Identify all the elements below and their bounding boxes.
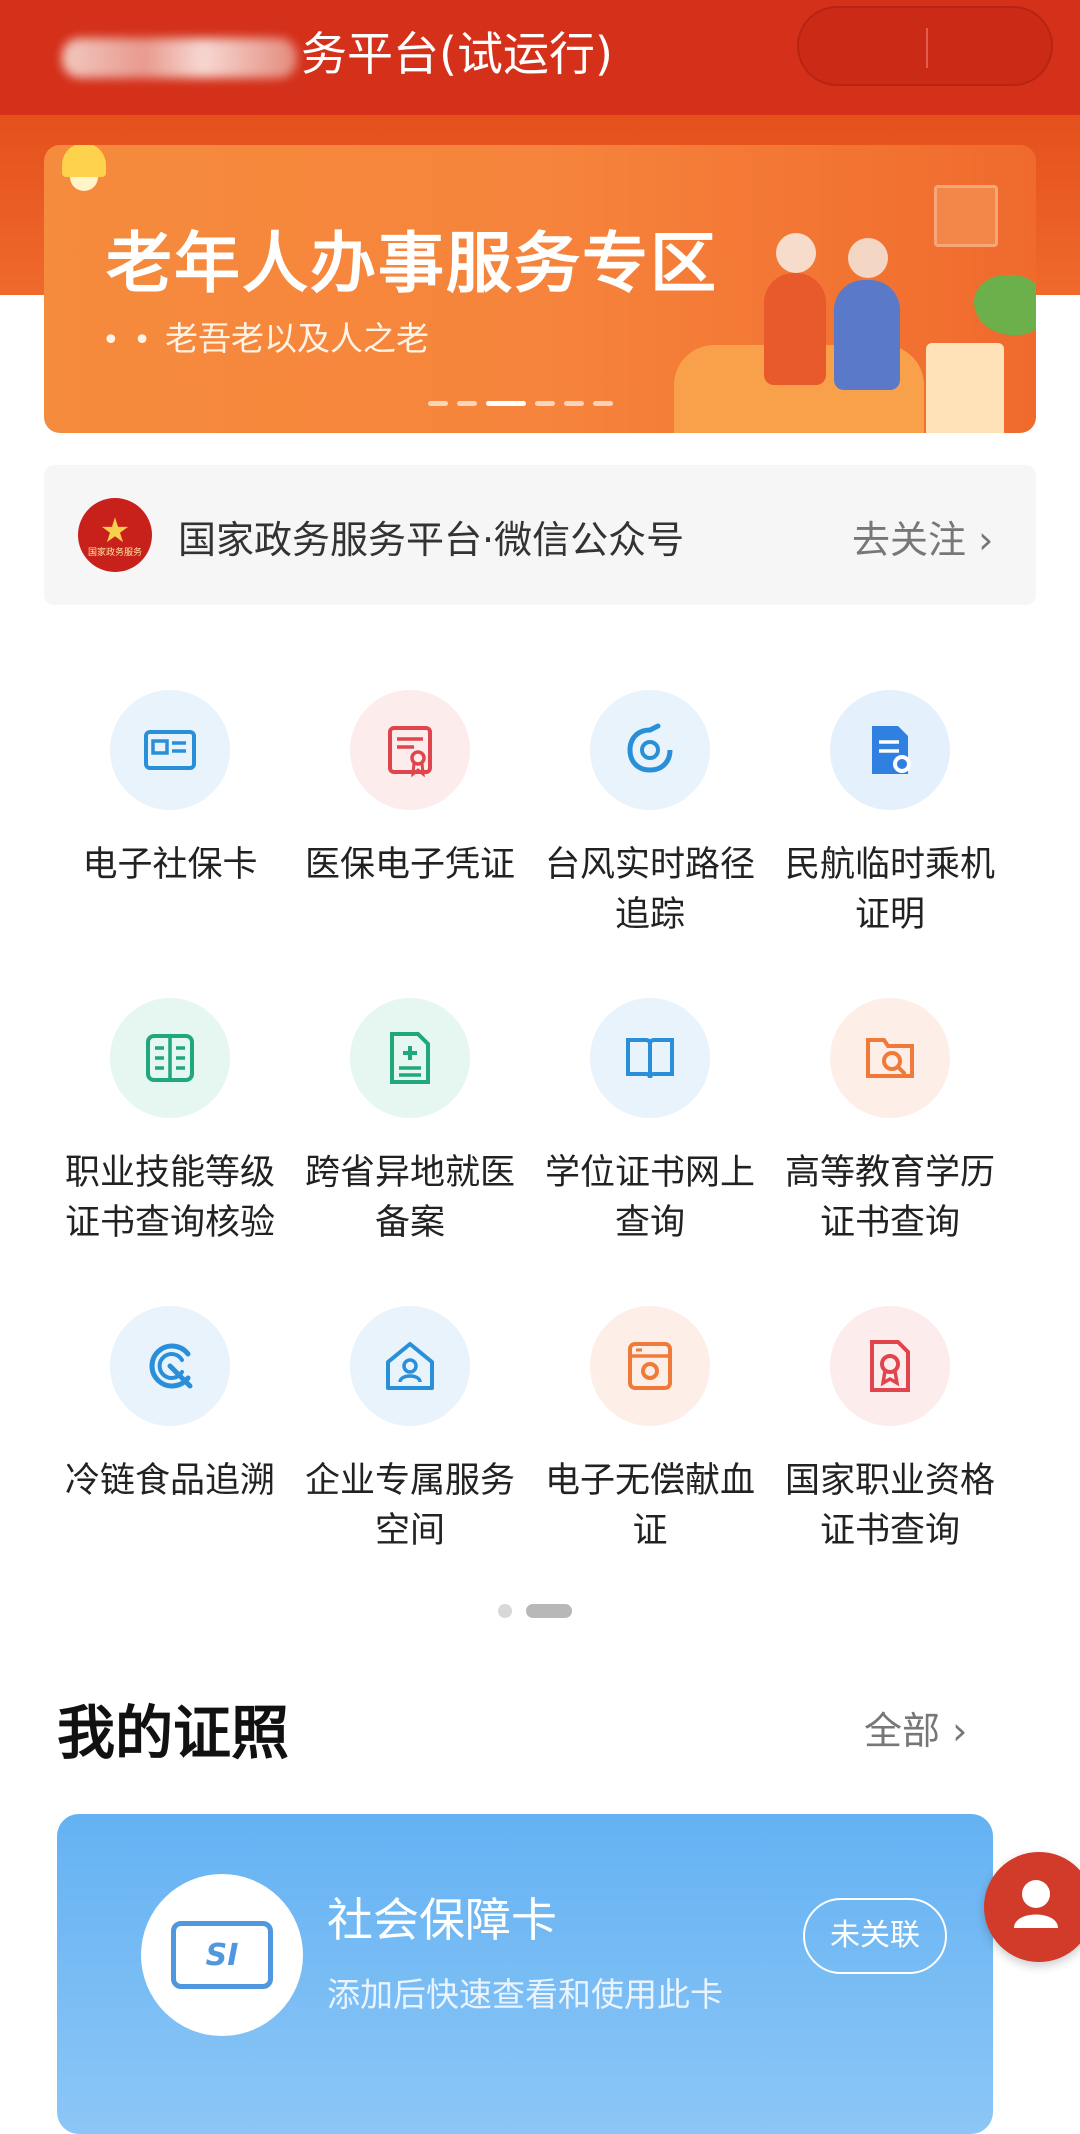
service-label: 学位证书网上查询 bbox=[544, 1153, 755, 1243]
service-label: 医保电子凭证 bbox=[304, 845, 515, 885]
plant-illustration bbox=[974, 275, 1036, 335]
service-label: 国家职业资格证书查询 bbox=[784, 1461, 995, 1551]
follow-button[interactable]: 去关注 › bbox=[852, 509, 993, 564]
qualification-icon bbox=[830, 1306, 950, 1426]
social-security-logo-icon: SI bbox=[141, 1874, 303, 2036]
user-icon bbox=[1014, 1880, 1058, 1928]
certificate-icon bbox=[350, 690, 470, 810]
service-label: 职业技能等级证书查询核验 bbox=[64, 1153, 275, 1243]
wechat-follow-bar[interactable]: ★ 国家政务服务 国家政务服务平台·微信公众号 去关注 › bbox=[44, 465, 1036, 605]
medical-record-icon bbox=[350, 998, 470, 1118]
blood-card-icon bbox=[590, 1306, 710, 1426]
app-title: 务平台(试运行) bbox=[62, 20, 613, 88]
top-bar: 务平台(试运行) bbox=[0, 0, 1080, 115]
folder-search-icon bbox=[830, 998, 950, 1118]
close-button[interactable] bbox=[928, 8, 1055, 84]
link-card-button[interactable]: 未关联 bbox=[803, 1898, 947, 1974]
trace-icon bbox=[110, 1306, 230, 1426]
elderly-service-banner[interactable]: 老年人办事服务专区 • • 老吾老以及人之老 bbox=[44, 145, 1036, 433]
picture-frame-illustration bbox=[934, 185, 998, 247]
banner-dot bbox=[457, 401, 477, 406]
service-label: 电子无偿献血证 bbox=[544, 1461, 755, 1551]
company-home-icon bbox=[350, 1306, 470, 1426]
book-list-icon bbox=[110, 998, 230, 1118]
lamp-icon bbox=[62, 145, 106, 191]
typhoon-icon bbox=[590, 690, 710, 810]
elderly-man-illustration bbox=[834, 238, 900, 390]
view-all-link[interactable]: 全部 › bbox=[864, 1700, 967, 1755]
service-label: 民航临时乘机证明 bbox=[784, 845, 995, 935]
blurred-title-prefix bbox=[62, 37, 297, 78]
service-label: 高等教育学历证书查询 bbox=[784, 1153, 995, 1243]
banner-dot bbox=[428, 401, 448, 406]
cabinet-illustration bbox=[926, 343, 1004, 433]
id-card-icon bbox=[110, 690, 230, 810]
grid-pager bbox=[498, 1604, 572, 1618]
mini-program-capsule bbox=[797, 6, 1053, 86]
card-title: 社会保障卡 bbox=[327, 1893, 557, 1947]
banner-subtitle: • • 老吾老以及人之老 bbox=[102, 319, 429, 358]
national-emblem-icon: ★ 国家政务服务 bbox=[78, 498, 152, 572]
social-security-card[interactable]: SI 社会保障卡 添加后快速查看和使用此卡 未关联 bbox=[57, 1814, 993, 2134]
pager-dot[interactable] bbox=[498, 1604, 512, 1618]
service-label: 企业专属服务空间 bbox=[304, 1461, 515, 1551]
service-label: 跨省异地就医备案 bbox=[304, 1153, 515, 1243]
banner-indicator bbox=[428, 401, 613, 406]
banner-dot bbox=[593, 401, 613, 406]
elderly-woman-illustration bbox=[764, 233, 826, 385]
pager-dot-active[interactable] bbox=[526, 1604, 572, 1618]
banner-dot bbox=[535, 401, 555, 406]
app-title-text: 务平台(试运行) bbox=[301, 27, 613, 81]
follow-title: 国家政务服务平台·微信公众号 bbox=[178, 518, 685, 562]
open-book-icon bbox=[590, 998, 710, 1118]
more-menu-button[interactable] bbox=[799, 8, 926, 84]
service-label: 台风实时路径追踪 bbox=[544, 845, 755, 935]
banner-dot-active bbox=[486, 401, 526, 406]
banner-dot bbox=[564, 401, 584, 406]
document-icon bbox=[830, 690, 950, 810]
service-label: 电子社保卡 bbox=[82, 845, 258, 885]
floating-user-button[interactable] bbox=[984, 1852, 1080, 1962]
card-subtitle: 添加后快速查看和使用此卡 bbox=[327, 1975, 723, 2014]
banner-title: 老年人办事服务专区 bbox=[106, 225, 718, 302]
service-label: 冷链食品追溯 bbox=[64, 1461, 275, 1501]
my-certificates-title: 我的证照 bbox=[57, 1699, 290, 1767]
